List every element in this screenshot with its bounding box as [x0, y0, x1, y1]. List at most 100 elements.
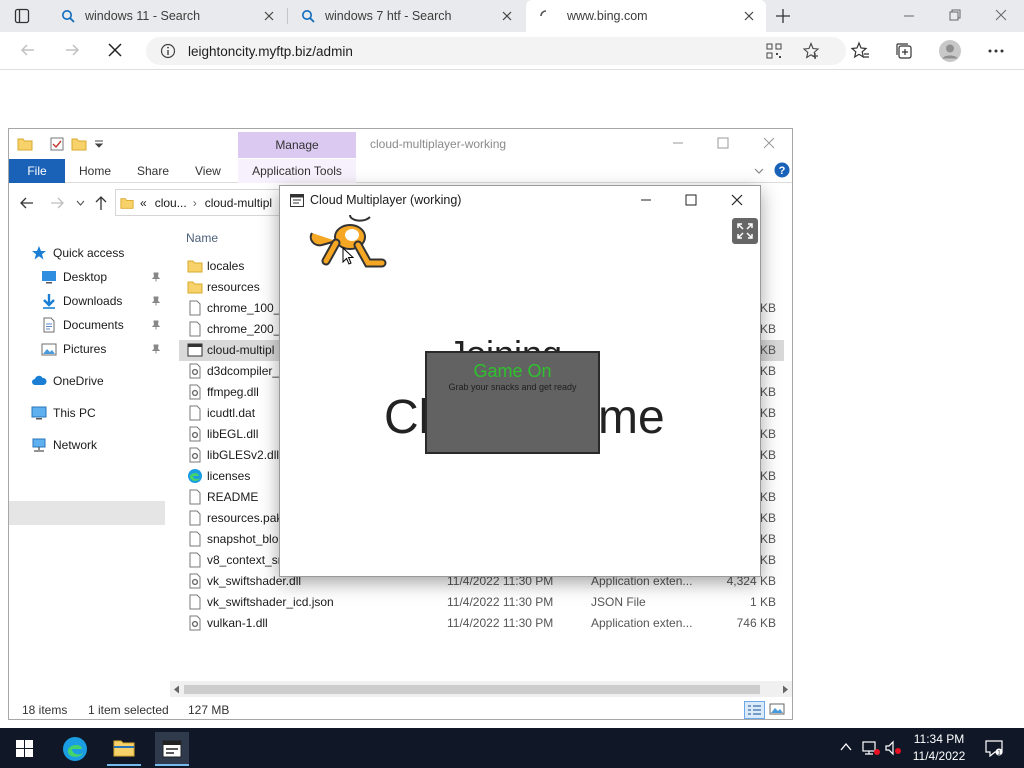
new-folder-icon[interactable]	[71, 136, 87, 152]
loading-spinner-icon	[540, 10, 547, 17]
fullscreen-button[interactable]	[732, 218, 758, 244]
folder-icon	[187, 260, 203, 273]
file-icon	[189, 300, 201, 316]
breadcrumb-overflow[interactable]: «	[140, 196, 147, 210]
large-icons-view-button[interactable]	[769, 701, 785, 717]
settings-more-icon[interactable]	[986, 42, 1006, 60]
selected-size: 127 MB	[188, 703, 230, 717]
pin-icon[interactable]	[151, 344, 161, 354]
explorer-close-button[interactable]	[763, 137, 775, 149]
app-maximize-button[interactable]	[685, 194, 697, 206]
taskbar-file-explorer-button[interactable]	[107, 732, 141, 766]
app-close-button[interactable]	[731, 194, 743, 206]
nav-item-documents[interactable]: Documents	[41, 315, 124, 335]
manage-context-tab[interactable]: Manage	[238, 132, 356, 158]
nav-item-pictures[interactable]: Pictures	[41, 339, 106, 359]
nav-item-network[interactable]: Network	[31, 435, 97, 455]
show-hidden-icons-icon[interactable]	[840, 742, 852, 752]
taskbar-clock[interactable]: 11:34 PM 11/4/2022	[905, 731, 973, 765]
profile-avatar[interactable]	[938, 39, 962, 63]
taskbar-cloud-multiplayer-button[interactable]	[155, 732, 189, 766]
recent-locations-chevron-icon[interactable]	[76, 200, 85, 206]
file-name: v8_context_sn	[207, 553, 285, 567]
close-icon[interactable]	[500, 9, 514, 23]
tab-home[interactable]: Home	[79, 159, 111, 183]
scrollbar-thumb[interactable]	[184, 685, 760, 694]
pin-icon[interactable]	[151, 320, 161, 330]
back-arrow-icon[interactable]	[19, 196, 35, 210]
file-row[interactable]: vk_swiftshader_icd.json 11/4/2022 11:30 P…	[179, 592, 784, 613]
folder-icon	[17, 136, 33, 152]
tab-view[interactable]: View	[195, 159, 221, 183]
pin-icon[interactable]	[151, 296, 161, 306]
add-favorite-icon[interactable]	[802, 42, 820, 60]
tab-windows-7-htf-search[interactable]: windows 7 htf - Search	[288, 0, 524, 32]
explorer-minimize-button[interactable]	[672, 137, 684, 149]
stop-loading-button[interactable]	[106, 41, 124, 59]
game-stage[interactable]: Joining Cl me Game On Grab your snacks a…	[280, 215, 760, 576]
breadcrumb-part[interactable]: clou...	[155, 196, 187, 210]
details-view-button[interactable]	[744, 701, 765, 719]
up-arrow-icon[interactable]	[94, 195, 108, 211]
action-center-icon[interactable]: 1	[985, 739, 1003, 757]
close-icon[interactable]	[262, 9, 276, 23]
restore-button[interactable]	[949, 9, 961, 21]
file-row[interactable]: vulkan-1.dll 11/4/2022 11:30 PM Applicatio…	[179, 613, 784, 634]
scroll-left-icon[interactable]	[173, 685, 180, 694]
tab-windows-11-search[interactable]: windows 11 - Search	[48, 0, 286, 32]
volume-muted-icon[interactable]	[884, 740, 902, 756]
tab-file[interactable]: File	[9, 159, 65, 183]
ribbon-expand-icon[interactable]	[754, 167, 764, 175]
breadcrumb-part[interactable]: cloud-multipl	[205, 196, 272, 210]
navigation-pane: Quick access Desktop Downloads Documents…	[9, 229, 167, 679]
large-icons-icon	[769, 703, 785, 715]
tab-actions-icon[interactable]	[14, 8, 30, 24]
close-icon[interactable]	[742, 9, 756, 23]
back-button[interactable]	[18, 40, 38, 60]
network-status-icon[interactable]	[862, 740, 880, 756]
nav-item-onedrive[interactable]: OneDrive	[31, 371, 104, 391]
pin-icon[interactable]	[151, 272, 161, 282]
file-name: icudtl.dat	[207, 406, 256, 420]
column-header-name[interactable]: Name	[186, 231, 218, 245]
forward-arrow-icon[interactable]	[49, 196, 65, 210]
start-button[interactable]	[16, 740, 33, 757]
desktop-icon	[42, 271, 56, 284]
nav-item-quick-access[interactable]: Quick access	[31, 243, 124, 263]
tab-share[interactable]: Share	[137, 159, 169, 183]
app-minimize-button[interactable]	[640, 194, 652, 206]
nav-item-this-pc[interactable]: This PC	[31, 403, 96, 423]
search-icon	[62, 10, 75, 23]
file-size: KB	[759, 385, 776, 399]
help-icon[interactable]: ?	[774, 162, 790, 178]
close-window-button[interactable]	[995, 9, 1007, 21]
tab-bing[interactable]: www.bing.com	[526, 0, 766, 32]
new-tab-button[interactable]	[775, 8, 791, 24]
nav-item-desktop[interactable]: Desktop	[41, 267, 107, 287]
mouse-cursor-icon	[342, 247, 354, 265]
horizontal-scrollbar[interactable]	[170, 681, 792, 697]
minimize-button[interactable]	[903, 10, 915, 22]
file-name: chrome_200_p	[207, 322, 288, 336]
scroll-right-icon[interactable]	[782, 685, 789, 694]
taskbar-edge-button[interactable]	[58, 732, 94, 766]
file-size: KB	[759, 448, 776, 462]
overlay-subtitle: Grab your snacks and get ready	[448, 382, 577, 392]
collections-icon[interactable]	[894, 41, 914, 61]
quick-access-toolbar-dropdown-icon[interactable]	[94, 140, 104, 148]
address-bar[interactable]: leightoncity.myftp.biz/admin	[146, 37, 846, 65]
qr-code-icon[interactable]	[766, 43, 782, 59]
tab-title: windows 7 htf - Search	[325, 9, 452, 23]
favorites-icon[interactable]	[850, 41, 870, 61]
tab-application-tools[interactable]: Application Tools	[238, 159, 356, 183]
explorer-maximize-button[interactable]	[717, 137, 729, 149]
forward-button[interactable]	[62, 40, 82, 60]
file-name: snapshot_blob	[207, 532, 286, 546]
download-arrow-icon	[43, 294, 55, 309]
properties-icon[interactable]	[49, 136, 65, 152]
nav-item-downloads[interactable]: Downloads	[41, 291, 122, 311]
breadcrumb[interactable]: « clou... › cloud-multipl	[115, 189, 305, 216]
ribbon-tabs: File Home Share View Application Tools ?	[9, 159, 792, 183]
file-size: KB	[759, 427, 776, 441]
info-icon[interactable]	[160, 43, 176, 59]
